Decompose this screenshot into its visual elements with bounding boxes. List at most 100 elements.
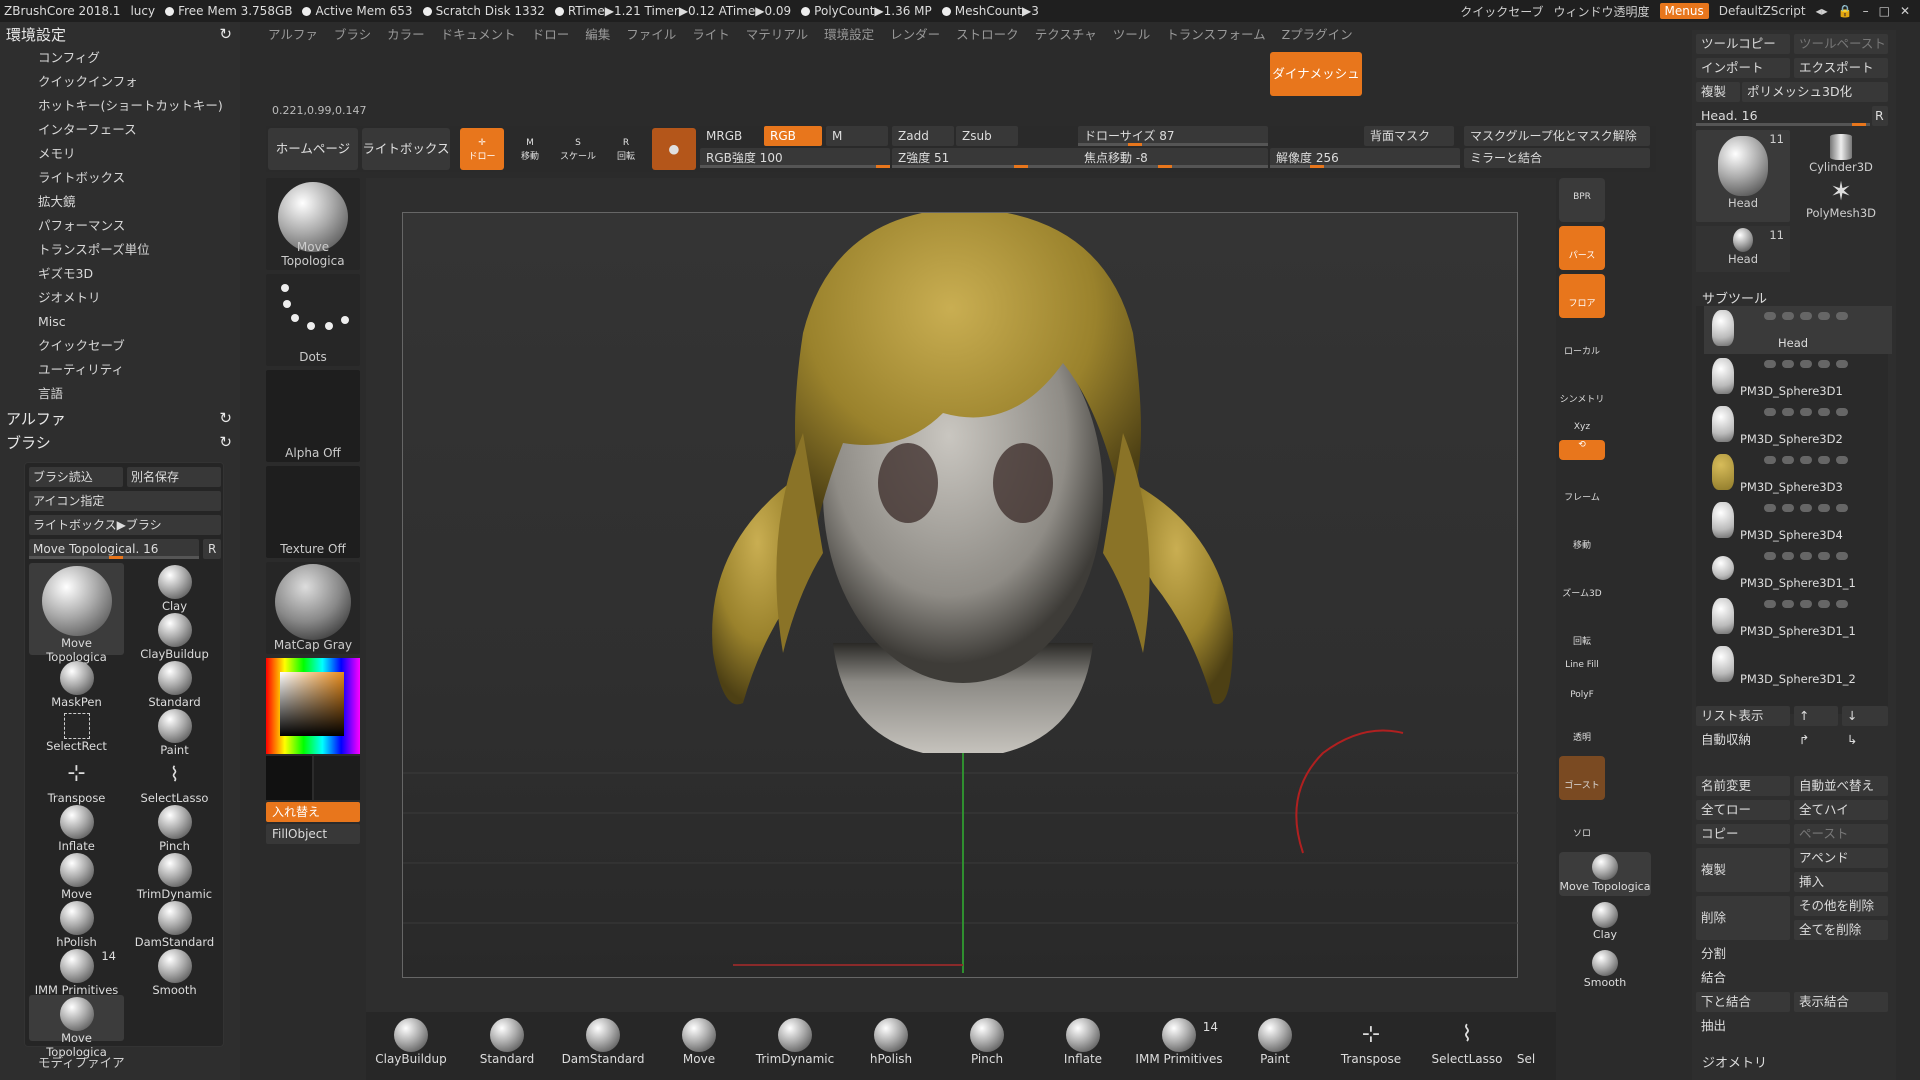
- clone-button[interactable]: 複製: [1696, 82, 1740, 102]
- tool-slider[interactable]: Head. 16: [1696, 106, 1870, 126]
- bottom-brush[interactable]: ClayBuildup: [366, 1016, 456, 1076]
- subtool-item[interactable]: PM3D_Sphere3D1_2: [1704, 642, 1892, 690]
- z-intensity-slider[interactable]: Z強度 51: [892, 148, 1082, 168]
- menu-item[interactable]: トランスフォーム: [1166, 24, 1265, 46]
- brush-move-topological-recent[interactable]: Move Topologica: [29, 995, 124, 1059]
- quicksave-button[interactable]: クイックセーブ: [1460, 3, 1543, 20]
- material-swatch[interactable]: ●: [652, 128, 696, 170]
- env-item[interactable]: コンフィグ: [0, 46, 240, 70]
- maximize-icon[interactable]: □: [1879, 4, 1890, 18]
- rename-button[interactable]: 名前変更: [1696, 776, 1790, 796]
- menu-item[interactable]: 編集: [585, 24, 610, 46]
- subtool-toggles[interactable]: [1764, 552, 1848, 560]
- shelf-brush-move-topological[interactable]: Move Topologica: [1559, 852, 1651, 896]
- brush-imm-primitives[interactable]: IMM Primitives 14: [29, 947, 124, 997]
- env-item[interactable]: クイックセーブ: [0, 334, 240, 358]
- bottom-brush[interactable]: TrimDynamic: [750, 1016, 840, 1076]
- menu-item[interactable]: ライト: [692, 24, 730, 46]
- all-high-button[interactable]: 全てハイ: [1794, 800, 1888, 820]
- rgb-button[interactable]: RGB: [764, 126, 822, 146]
- document-viewport[interactable]: [402, 208, 1519, 978]
- mirror-weld-button[interactable]: ミラーと結合: [1464, 148, 1650, 168]
- bottom-brush[interactable]: ⊹ Transpose: [1326, 1016, 1416, 1076]
- env-item[interactable]: Misc: [0, 310, 240, 334]
- refresh-icon[interactable]: ↻: [219, 433, 232, 451]
- menu-item[interactable]: ツール: [1113, 24, 1151, 46]
- paste-button[interactable]: ペースト: [1794, 824, 1888, 844]
- brush-hpolish[interactable]: hPolish: [29, 899, 124, 949]
- subtool-item[interactable]: PM3D_Sphere3D1_1: [1704, 546, 1892, 594]
- env-item[interactable]: ホットキー(ショートカットキー): [0, 94, 240, 118]
- brush-header[interactable]: ブラシ ↻: [0, 430, 240, 454]
- script-label[interactable]: DefaultZScript: [1719, 4, 1806, 18]
- env-item[interactable]: クイックインフォ: [0, 70, 240, 94]
- all-low-button[interactable]: 全てロー: [1696, 800, 1790, 820]
- ghost-button[interactable]: ゴースト: [1559, 756, 1605, 800]
- move-down-button[interactable]: ↓: [1842, 706, 1888, 726]
- bottom-brush[interactable]: Paint: [1230, 1016, 1320, 1076]
- brush-damstandard[interactable]: DamStandard: [127, 899, 222, 949]
- slider-knob[interactable]: [1158, 165, 1172, 168]
- duplicate-button[interactable]: 複製: [1696, 848, 1790, 892]
- save-as-button[interactable]: 別名保存: [127, 467, 221, 487]
- tool-thumb-head[interactable]: Head 11: [1696, 130, 1790, 222]
- delete-other-button[interactable]: その他を削除: [1794, 896, 1888, 916]
- draw-size-slider[interactable]: ドローサイズ 87: [1078, 126, 1268, 146]
- tool-thumb-cylinder[interactable]: Cylinder3D: [1794, 130, 1888, 176]
- rgb-intensity-slider[interactable]: RGB強度 100: [700, 148, 890, 168]
- symmetry-button[interactable]: シンメトリ: [1559, 370, 1605, 414]
- focal-shift-slider[interactable]: 焦点移動 -8: [1078, 148, 1268, 168]
- delete-button[interactable]: 削除: [1696, 896, 1790, 940]
- auto-reorder-button[interactable]: 自動並べ替え: [1794, 776, 1888, 796]
- subtool-toggles[interactable]: [1764, 456, 1848, 464]
- xyz-button[interactable]: Xyz: [1559, 418, 1605, 438]
- modifier-header[interactable]: モディファイア: [38, 1052, 125, 1071]
- env-item[interactable]: ギズモ3D: [0, 262, 240, 286]
- env-item[interactable]: ユーティリティ: [0, 358, 240, 382]
- brush-transpose[interactable]: ⊹ Transpose: [29, 755, 124, 805]
- draw-button[interactable]: ✛ ドロー: [460, 128, 504, 170]
- fill-object-button[interactable]: FillObject: [266, 824, 360, 844]
- zsub-button[interactable]: Zsub: [956, 126, 1018, 146]
- append-button[interactable]: アペンド: [1794, 848, 1888, 868]
- lightbox-brush-button[interactable]: ライトボックス▶ブラシ: [29, 515, 221, 535]
- floor-button[interactable]: フロア: [1559, 274, 1605, 318]
- menu-item[interactable]: 環境設定: [824, 24, 874, 46]
- subtool-item[interactable]: Head: [1704, 306, 1892, 354]
- list-view-button[interactable]: リスト表示: [1696, 706, 1790, 726]
- subtool-title[interactable]: サブツール: [1702, 288, 1767, 307]
- move-up-button[interactable]: ↑: [1794, 706, 1838, 726]
- brush-size-slider[interactable]: Move Topological. 16: [29, 539, 199, 559]
- brush-smooth[interactable]: Smooth: [127, 947, 222, 997]
- env-item[interactable]: ライトボックス: [0, 166, 240, 190]
- slider-knob[interactable]: [1852, 123, 1866, 126]
- bpr-button[interactable]: BPR: [1559, 178, 1605, 222]
- bottom-brush[interactable]: ⌇ SelectLasso: [1422, 1016, 1512, 1076]
- menu-item[interactable]: ドキュメント: [441, 24, 516, 46]
- zadd-button[interactable]: Zadd: [892, 126, 954, 146]
- bottom-brush[interactable]: hPolish: [846, 1016, 936, 1076]
- env-item[interactable]: インターフェース: [0, 118, 240, 142]
- rotate-mode-button[interactable]: ⟲: [1559, 440, 1605, 460]
- mask-group-button[interactable]: マスクグループ化とマスク解除: [1464, 126, 1650, 146]
- menu-item[interactable]: ドロー: [532, 24, 570, 46]
- main-color-swatch[interactable]: [266, 756, 312, 800]
- tool-thumb-head-recent[interactable]: Head 11: [1696, 226, 1790, 272]
- delete-all-button[interactable]: 全てを削除: [1794, 920, 1888, 940]
- menu-item[interactable]: カラー: [387, 24, 425, 46]
- brush-trimdynamic[interactable]: TrimDynamic: [127, 851, 222, 901]
- merge-visible-button[interactable]: 表示結合: [1794, 992, 1888, 1012]
- menu-item[interactable]: ブラシ: [334, 24, 371, 46]
- move-view-button[interactable]: 移動: [1559, 516, 1605, 560]
- menu-item[interactable]: ストローク: [956, 24, 1019, 46]
- env-item[interactable]: パフォーマンス: [0, 214, 240, 238]
- alpha-header[interactable]: アルファ ↻: [0, 406, 240, 430]
- subtool-toggles[interactable]: [1764, 408, 1848, 416]
- polyframe-button[interactable]: Line Fill PolyF: [1559, 660, 1605, 704]
- brush-paint[interactable]: Paint: [127, 707, 222, 757]
- brush-clay[interactable]: Clay: [127, 563, 222, 613]
- scale-button[interactable]: S スケール: [556, 128, 600, 170]
- menu-item[interactable]: ファイル: [626, 24, 676, 46]
- backface-mask-button[interactable]: 背面マスク: [1364, 126, 1454, 146]
- brush-selectlasso[interactable]: ⌇ SelectLasso: [127, 755, 222, 805]
